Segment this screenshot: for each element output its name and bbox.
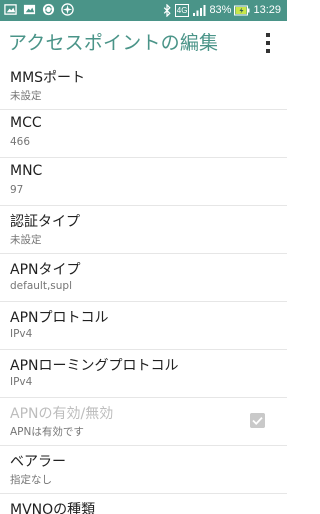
battery-percent: 83%	[209, 4, 232, 16]
setting-title: ベアラー	[10, 454, 66, 470]
setting-title: APNタイプ	[10, 262, 81, 278]
setting-summary: APNは有効です	[10, 426, 84, 438]
setting-title: 認証タイプ	[10, 214, 80, 230]
setting-apn-protocol[interactable]: APNプロトコル IPv4	[0, 302, 287, 350]
setting-title: MNC	[10, 163, 43, 179]
photo-icon	[4, 4, 17, 15]
page-title: アクセスポイントの編集	[8, 32, 219, 54]
setting-title: MMSポート	[10, 70, 86, 86]
setting-summary: 未設定	[10, 234, 42, 246]
settings-list: MMSポート 未設定 MCC 466 MNC 97 認証タイプ 未設定 APNタ…	[0, 62, 287, 514]
setting-title: MCC	[10, 115, 42, 131]
setting-summary: default,supl	[10, 280, 72, 292]
system-status: 4G 83% 13:29	[162, 2, 281, 18]
setting-summary: 466	[10, 136, 31, 148]
network-type-badge: 4G	[174, 3, 190, 17]
setting-summary: IPv4	[10, 376, 33, 388]
setting-title: APNローミングプロトコル	[10, 358, 179, 374]
setting-summary: 97	[10, 184, 24, 196]
image-icon	[23, 4, 36, 15]
setting-apn-roaming-protocol[interactable]: APNローミングプロトコル IPv4	[0, 350, 287, 398]
setting-auth-type[interactable]: 認証タイプ 未設定	[0, 206, 287, 254]
setting-title: APNプロトコル	[10, 310, 109, 326]
setting-mms-port[interactable]: MMSポート 未設定	[0, 62, 287, 110]
signal-icon	[193, 4, 206, 16]
more-vert-icon[interactable]	[259, 33, 277, 53]
compass-icon	[61, 3, 74, 16]
clock: 13:29	[253, 4, 281, 16]
setting-summary: IPv4	[10, 328, 33, 340]
setting-mcc[interactable]: MCC 466	[0, 110, 287, 158]
status-bar: 4G 83% 13:29	[0, 0, 287, 21]
battery-charging-icon	[234, 5, 250, 15]
setting-title: MVNOの種類	[10, 502, 96, 514]
setting-summary: 未設定	[10, 90, 42, 102]
app-bar: アクセスポイントの編集	[0, 21, 287, 62]
setting-title: APNの有効/無効	[10, 406, 114, 422]
apn-enabled-checkbox	[250, 413, 265, 428]
sync-icon	[42, 3, 55, 16]
setting-apn-enable: APNの有効/無効 APNは有効です	[0, 398, 287, 446]
setting-mvno-type[interactable]: MVNOの種類	[0, 494, 287, 514]
setting-mnc[interactable]: MNC 97	[0, 158, 287, 206]
setting-summary: 指定なし	[10, 474, 52, 486]
notification-icons	[4, 3, 74, 16]
setting-apn-type[interactable]: APNタイプ default,supl	[0, 254, 287, 302]
setting-bearer[interactable]: ベアラー 指定なし	[0, 446, 287, 494]
bluetooth-icon	[163, 3, 171, 17]
